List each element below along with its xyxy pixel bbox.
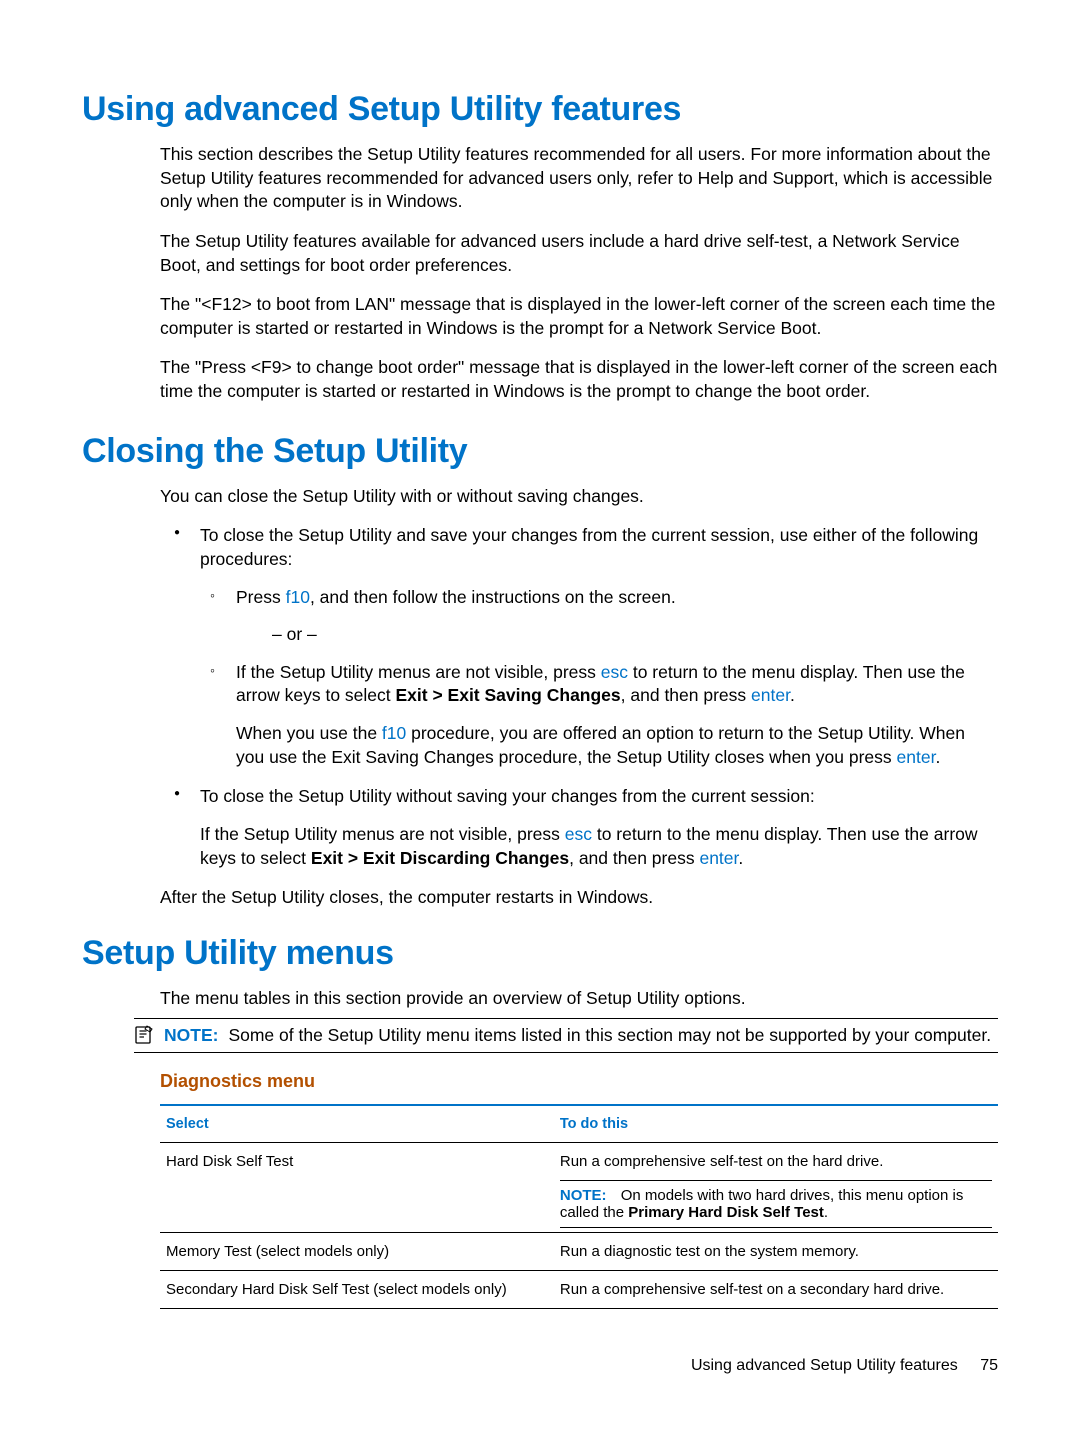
- list-text: To close the Setup Utility without savin…: [200, 786, 815, 806]
- list-item: To close the Setup Utility without savin…: [160, 785, 998, 870]
- subhead-diagnostics: Diagnostics menu: [160, 1071, 998, 1092]
- key-f10: f10: [286, 587, 310, 607]
- para: The "<F12> to boot from LAN" message tha…: [160, 293, 998, 340]
- note-label: NOTE:: [560, 1187, 607, 1204]
- text: If the Setup Utility menus are not visib…: [236, 662, 601, 682]
- list-item: To close the Setup Utility and save your…: [160, 524, 998, 769]
- document-page: Using advanced Setup Utility features Th…: [0, 0, 1080, 1369]
- key-esc: esc: [601, 662, 628, 682]
- bold-text: Exit > Exit Saving Changes: [396, 685, 621, 705]
- note-content: NOTE: Some of the Setup Utility menu item…: [164, 1025, 998, 1046]
- text: , and then follow the instructions on th…: [310, 587, 676, 607]
- para: If the Setup Utility menus are not visib…: [200, 823, 998, 870]
- text: .: [738, 848, 743, 868]
- text: When you use the: [236, 723, 382, 743]
- cell-select: Hard Disk Self Test: [160, 1143, 554, 1233]
- key-f10: f10: [382, 723, 406, 743]
- cell-do: Run a diagnostic test on the system memo…: [554, 1233, 998, 1271]
- page-number: 75: [980, 1357, 998, 1374]
- text: .: [935, 747, 940, 767]
- text: , and then press: [621, 685, 751, 705]
- table-row: Memory Test (select models only) Run a d…: [160, 1233, 998, 1271]
- table-row: Hard Disk Self Test Run a comprehensive …: [160, 1143, 998, 1233]
- key-enter: enter: [897, 747, 936, 767]
- heading-closing: Closing the Setup Utility: [82, 432, 998, 471]
- cell-select: Secondary Hard Disk Self Test (select mo…: [160, 1271, 554, 1309]
- text: If the Setup Utility menus are not visib…: [200, 824, 565, 844]
- cell-text: Run a comprehensive self-test on the har…: [560, 1153, 992, 1170]
- key-enter: enter: [751, 685, 790, 705]
- cell-note: NOTE: On models with two hard drives, th…: [560, 1180, 992, 1228]
- note-icon: [134, 1025, 156, 1045]
- footer-text: Using advanced Setup Utility features: [691, 1357, 958, 1374]
- page-footer: Using advanced Setup Utility features 75: [691, 1357, 998, 1375]
- text: .: [790, 685, 795, 705]
- note-text: Some of the Setup Utility menu items lis…: [228, 1025, 991, 1045]
- or-separator: – or –: [272, 623, 998, 647]
- note-block: NOTE: Some of the Setup Utility menu item…: [134, 1018, 998, 1053]
- cell-do: Run a comprehensive self-test on the har…: [554, 1143, 998, 1233]
- para: After the Setup Utility closes, the comp…: [160, 886, 998, 910]
- bold-text: Exit > Exit Discarding Changes: [311, 848, 569, 868]
- list-item: Press f10, and then follow the instructi…: [200, 586, 998, 647]
- sub-list: Press f10, and then follow the instructi…: [200, 586, 998, 770]
- cell-select: Memory Test (select models only): [160, 1233, 554, 1271]
- para: This section describes the Setup Utility…: [160, 143, 998, 214]
- diagnostics-table: Select To do this Hard Disk Self Test Ru…: [160, 1104, 998, 1309]
- col-select: Select: [160, 1105, 554, 1143]
- cell-do: Run a comprehensive self-test on a secon…: [554, 1271, 998, 1309]
- list-item: If the Setup Utility menus are not visib…: [200, 661, 998, 770]
- list-text: To close the Setup Utility and save your…: [200, 525, 978, 569]
- table-row: Secondary Hard Disk Self Test (select mo…: [160, 1271, 998, 1309]
- text: .: [824, 1204, 828, 1221]
- section1-body: This section describes the Setup Utility…: [160, 143, 998, 404]
- section2-body: You can close the Setup Utility with or …: [160, 485, 998, 910]
- table-header-row: Select To do this: [160, 1105, 998, 1143]
- text: , and then press: [569, 848, 699, 868]
- key-enter: enter: [699, 848, 738, 868]
- text: Press: [236, 587, 286, 607]
- section3-intro: The menu tables in this section provide …: [160, 987, 998, 1011]
- bold-text: Primary Hard Disk Self Test: [628, 1204, 824, 1221]
- heading-menus: Setup Utility menus: [82, 934, 998, 973]
- key-esc: esc: [565, 824, 592, 844]
- col-todo: To do this: [554, 1105, 998, 1143]
- bullet-list: To close the Setup Utility and save your…: [160, 524, 998, 870]
- para: The Setup Utility features available for…: [160, 230, 998, 277]
- note-label: NOTE:: [164, 1025, 218, 1045]
- para: You can close the Setup Utility with or …: [160, 485, 998, 509]
- para: The menu tables in this section provide …: [160, 987, 998, 1011]
- heading-using-advanced: Using advanced Setup Utility features: [82, 90, 998, 129]
- para: When you use the f10 procedure, you are …: [236, 722, 998, 769]
- para: The "Press <F9> to change boot order" me…: [160, 356, 998, 403]
